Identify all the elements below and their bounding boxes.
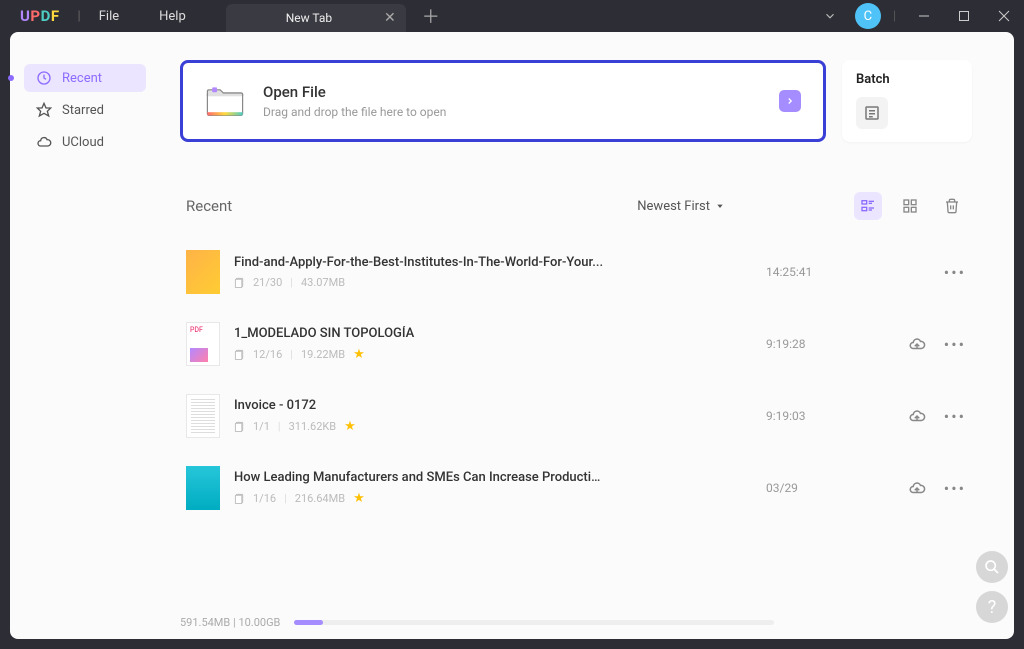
maximize-button[interactable]	[944, 0, 984, 32]
file-pages: 1/16	[253, 492, 276, 505]
file-list: Find-and-Apply-For-the-Best-Institutes-I…	[180, 238, 972, 538]
file-size: 19.22MB	[301, 348, 345, 361]
main-panel: Open File Drag and drop the file here to…	[160, 32, 1014, 639]
file-pages: 1/1	[253, 420, 270, 433]
more-icon[interactable]: •••	[944, 335, 966, 354]
file-name: How Leading Manufacturers and SMEs Can I…	[234, 470, 604, 485]
tab-new[interactable]: New Tab ✕	[226, 4, 406, 32]
trash-icon	[944, 198, 960, 214]
sidebar-item-label: Starred	[62, 103, 104, 118]
file-time: 14:25:41	[766, 265, 856, 279]
more-icon[interactable]: •••	[944, 263, 966, 282]
clock-icon	[36, 70, 52, 86]
file-time: 9:19:28	[766, 337, 856, 351]
sidebar-item-ucloud[interactable]: UCloud	[24, 128, 146, 156]
file-size: 216.64MB	[295, 492, 345, 505]
avatar[interactable]: C	[855, 3, 881, 29]
file-name: Find-and-Apply-For-the-Best-Institutes-I…	[234, 255, 604, 270]
sidebar-item-label: Recent	[62, 71, 102, 86]
sort-dropdown[interactable]: Newest First	[637, 199, 724, 214]
caret-down-icon	[716, 202, 724, 210]
more-icon[interactable]: •••	[944, 479, 966, 498]
star-icon	[36, 102, 52, 118]
file-time: 9:19:03	[766, 409, 856, 423]
close-button[interactable]	[984, 0, 1024, 32]
storage-bar	[294, 620, 774, 625]
sidebar-item-label: UCloud	[62, 135, 104, 150]
grid-icon	[902, 198, 918, 214]
file-thumbnail	[186, 466, 220, 510]
minimize-button[interactable]	[904, 0, 944, 32]
open-file-card[interactable]: Open File Drag and drop the file here to…	[180, 60, 826, 142]
close-icon[interactable]: ✕	[384, 10, 396, 26]
file-thumbnail	[186, 250, 220, 294]
menu-help[interactable]: Help	[159, 9, 186, 24]
help-fab[interactable]: ?	[976, 591, 1008, 623]
file-row[interactable]: 1_MODELADO SIN TOPOLOGÍA 12/16|19.22MB ★9…	[180, 310, 972, 382]
open-file-subtitle: Drag and drop the file here to open	[263, 105, 446, 119]
file-meta: 1/1|311.62KB ★	[234, 419, 766, 434]
help-icon: ?	[988, 597, 997, 618]
pages-icon	[234, 493, 245, 504]
file-thumbnail	[186, 394, 220, 438]
sidebar: Recent Starred UCloud	[10, 32, 160, 639]
cloud-upload-icon[interactable]	[908, 479, 926, 497]
workspace: Recent Starred UCloud Open File Drag and…	[10, 32, 1014, 639]
file-meta: 21/30|43.07MB	[234, 276, 766, 289]
folder-icon	[205, 85, 245, 117]
star-icon: ★	[353, 347, 365, 362]
menu-file[interactable]: File	[99, 9, 119, 24]
file-name: Invoice - 0172	[234, 398, 604, 413]
pages-icon	[234, 421, 245, 432]
search-icon	[984, 559, 1000, 575]
cloud-upload-icon[interactable]	[908, 407, 926, 425]
file-row[interactable]: Find-and-Apply-For-the-Best-Institutes-I…	[180, 238, 972, 310]
grid-view-button[interactable]	[896, 192, 924, 220]
titlebar: UPDF | File Help New Tab ✕ ＋ C |	[0, 0, 1024, 32]
file-size: 311.62KB	[289, 420, 337, 433]
chevron-down-icon[interactable]	[823, 9, 837, 23]
sidebar-item-recent[interactable]: Recent	[24, 64, 146, 92]
batch-icon	[856, 97, 888, 129]
batch-card[interactable]: Batch	[842, 60, 972, 142]
cloud-upload-icon[interactable]	[908, 335, 926, 353]
file-meta: 12/16|19.22MB ★	[234, 347, 766, 362]
sidebar-item-starred[interactable]: Starred	[24, 96, 146, 124]
open-file-arrow-button[interactable]	[779, 90, 801, 112]
divider: |	[893, 9, 896, 24]
chevron-right-icon	[785, 96, 795, 106]
file-pages: 21/30	[253, 276, 282, 289]
file-row[interactable]: How Leading Manufacturers and SMEs Can I…	[180, 454, 972, 526]
file-thumbnail	[186, 322, 220, 366]
cloud-icon	[36, 134, 52, 150]
star-icon: ★	[353, 491, 365, 506]
app-logo: UPDF	[20, 7, 60, 25]
file-row[interactable]: Invoice - 0172 1/1|311.62KB ★9:19:03 •••	[180, 382, 972, 454]
search-fab[interactable]	[976, 551, 1008, 583]
window-controls: C |	[823, 0, 1024, 32]
file-name: 1_MODELADO SIN TOPOLOGÍA	[234, 326, 604, 341]
list-view-button[interactable]	[854, 192, 882, 220]
star-icon: ★	[344, 419, 356, 434]
batch-title: Batch	[856, 72, 958, 87]
delete-button[interactable]	[938, 192, 966, 220]
divider: |	[78, 9, 81, 24]
storage-footer: 591.54MB | 10.00GB	[180, 616, 972, 629]
storage-text: 591.54MB | 10.00GB	[180, 616, 280, 629]
file-pages: 12/16	[253, 348, 282, 361]
file-time: 03/29	[766, 481, 856, 495]
file-size: 43.07MB	[301, 276, 345, 289]
file-meta: 1/16|216.64MB ★	[234, 491, 766, 506]
list-header: Recent Newest First	[180, 192, 972, 220]
open-file-title: Open File	[263, 83, 446, 101]
pages-icon	[234, 349, 245, 360]
pages-icon	[234, 277, 245, 288]
new-tab-button[interactable]: ＋	[422, 3, 440, 29]
accent-indicator	[8, 75, 14, 81]
list-icon	[860, 198, 876, 214]
tab-title: New Tab	[242, 11, 376, 25]
list-title: Recent	[186, 197, 232, 215]
more-icon[interactable]: •••	[944, 407, 966, 426]
